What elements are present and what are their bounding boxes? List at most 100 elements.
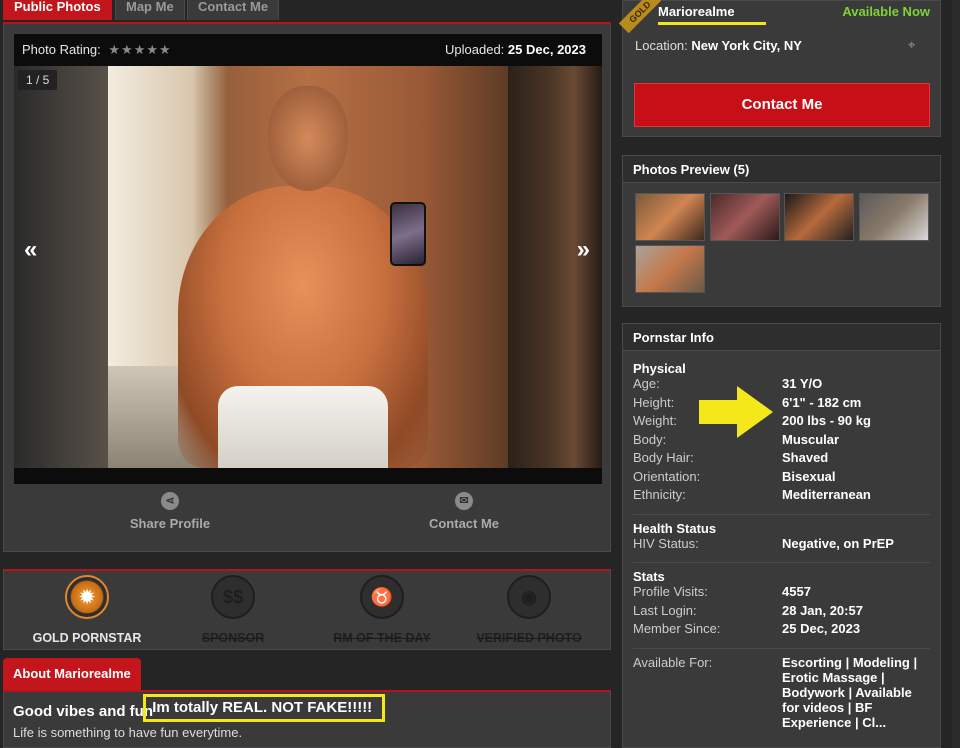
info-row-body-hair: Body Hair: Shaved [633, 450, 930, 469]
info-value: Bisexual [782, 468, 836, 484]
tab-map-me[interactable]: Map Me [115, 0, 185, 20]
info-key: Ethnicity: [633, 487, 686, 502]
photo-thumbnail[interactable] [635, 245, 705, 293]
info-value: 31 Y/O [782, 376, 823, 391]
main-photo[interactable] [108, 66, 508, 468]
info-row-age: Age: 31 Y/O [633, 376, 930, 395]
photo-header: Photo Rating: ★★★★★ Uploaded: 25 Dec, 20… [14, 34, 602, 66]
gallery-panel: Photo Rating: ★★★★★ Uploaded: 25 Dec, 20… [3, 24, 611, 552]
rating-label: Photo Rating: [22, 42, 101, 57]
about-title: Good vibes and fun Im totally REAL. NOT … [13, 694, 601, 722]
contact-me-link[interactable]: ✉ Contact Me [374, 492, 554, 531]
info-value: 4557 [782, 584, 811, 599]
info-row-last-login: Last Login: 28 Jan, 20:57 [633, 603, 930, 622]
divider [633, 562, 930, 563]
badge-rm-of-the-day[interactable]: ♉ RM OF THE DAY [307, 575, 457, 645]
photo-thumbnail[interactable] [858, 193, 929, 241]
info-body: Physical Age: 31 Y/O Height: 6'1" - 182 cm… [623, 351, 940, 738]
photo-slider[interactable]: 1 / 5 « » [14, 66, 602, 468]
share-profile-button[interactable]: ⋖ Share Profile [80, 492, 260, 531]
physical-title: Physical [633, 361, 686, 376]
photo-counter: 1 / 5 [18, 70, 58, 90]
about-title-highlight: Im totally REAL. NOT FAKE!!!!! [143, 694, 386, 722]
info-key: Age: [633, 376, 660, 391]
tab-about[interactable]: About Mariorealme [3, 658, 141, 690]
upload-info: Uploaded: 25 Dec, 2023 [445, 34, 586, 66]
tab-contact-me[interactable]: Contact Me [187, 0, 280, 20]
gold-ribbon: GOLD [618, 0, 662, 34]
username: Mariorealme [658, 4, 766, 25]
uploaded-label: Uploaded: [445, 42, 505, 57]
taurus-icon: ♉ [360, 575, 404, 619]
profile-tabs: Public Photos Map Me Contact Me [3, 0, 611, 24]
award-icon: ✹ [65, 575, 109, 619]
prev-arrow-icon[interactable]: « [24, 236, 37, 264]
info-key: Orientation: [633, 468, 701, 484]
info-key: Body Hair: [633, 450, 694, 465]
info-value: Escorting | Modeling | Erotic Massage | … [782, 654, 918, 730]
info-value: 28 Jan, 20:57 [782, 602, 863, 618]
info-row-orientation: Orientation: Bisexual [633, 469, 930, 488]
tab-public-photos[interactable]: Public Photos [3, 0, 112, 20]
photo-phone [390, 202, 426, 266]
map-pin-icon[interactable]: ⌖ [908, 37, 926, 53]
divider [633, 647, 930, 649]
badge-verified-photo[interactable]: ◉ VERIFIED PHOTO [454, 575, 604, 645]
info-row-available-for: Available For: Escorting | Modeling | Er… [633, 655, 930, 730]
info-value: Negative, on PrEP [782, 535, 894, 551]
info-value: Muscular [782, 431, 840, 447]
info-row-ethnicity: Ethnicity: Mediterranean [633, 487, 930, 506]
info-row-hiv-status: HIV Status: Negative, on PrEP [633, 536, 930, 555]
badge-label: GOLD PORNSTAR [32, 631, 142, 645]
prev-photo-peek[interactable] [14, 66, 108, 468]
contact-label: Contact Me [428, 516, 500, 531]
share-label: Share Profile [129, 516, 211, 531]
badges-panel: ✹ GOLD PORNSTAR $$ SPONSOR ♉ RM OF THE D… [3, 569, 611, 650]
next-photo-peek[interactable] [508, 66, 602, 468]
about-tabs: About Mariorealme [3, 658, 611, 692]
info-value: 25 Dec, 2023 [782, 621, 861, 636]
info-key: Last Login: [633, 602, 697, 618]
info-row-profile-visits: Profile Visits: 4557 [633, 584, 930, 603]
location-label: Location: [635, 38, 688, 53]
photo-subject-head [268, 86, 348, 191]
contact-me-button[interactable]: Contact Me [634, 83, 930, 127]
info-value: 200 lbs - 90 kg [782, 413, 871, 428]
page-scrollbar[interactable] [952, 0, 960, 748]
divider [633, 513, 930, 515]
photos-preview-panel: Photos Preview (5) [622, 155, 941, 307]
info-row-weight: Weight: 200 lbs - 90 kg [633, 413, 930, 432]
pornstar-info-panel: Pornstar Info Physical Age: 31 Y/O Height… [622, 323, 941, 748]
about-text: Life is something to have fun everytime. [13, 725, 243, 740]
info-key: Body: [633, 431, 667, 447]
thumbnail-grid [623, 183, 940, 297]
photo-thumbnail[interactable] [709, 193, 780, 241]
badge-sponsor[interactable]: $$ SPONSOR [158, 575, 308, 645]
info-value: Shaved [782, 450, 829, 465]
photos-preview-title: Photos Preview (5) [623, 156, 940, 183]
info-key: Member Since: [633, 621, 721, 636]
info-key: Profile Visits: [633, 584, 708, 599]
badge-label: RM OF THE DAY [333, 631, 431, 645]
photo-viewer: Photo Rating: ★★★★★ Uploaded: 25 Dec, 20… [14, 34, 602, 484]
about-section: Good vibes and fun Im totally REAL. NOT … [3, 692, 611, 748]
badge-label: SPONSOR [201, 631, 265, 645]
camera-icon: ◉ [507, 575, 551, 619]
info-key: Available For: [633, 654, 713, 670]
stats-title: Stats [633, 569, 665, 584]
badge-gold-pornstar[interactable]: ✹ GOLD PORNSTAR [12, 575, 162, 645]
photo-rating: Photo Rating: ★★★★★ [22, 34, 172, 66]
photo-towel [218, 386, 388, 468]
availability-status: Available Now [842, 4, 930, 19]
rating-stars[interactable]: ★★★★★ [108, 42, 171, 57]
info-row-member-since: Member Since: 25 Dec, 2023 [633, 621, 930, 640]
info-value: 6'1" - 182 cm [782, 394, 862, 410]
photo-thumbnail[interactable] [635, 193, 705, 241]
next-arrow-icon[interactable]: » [577, 236, 590, 264]
location: Location: New York City, NY [635, 38, 802, 53]
info-row-body: Body: Muscular [633, 432, 930, 451]
info-key: Height: [633, 394, 675, 410]
uploaded-date: 25 Dec, 2023 [507, 42, 586, 57]
photo-scroll-bar [14, 468, 602, 484]
photo-thumbnail[interactable] [784, 193, 855, 241]
